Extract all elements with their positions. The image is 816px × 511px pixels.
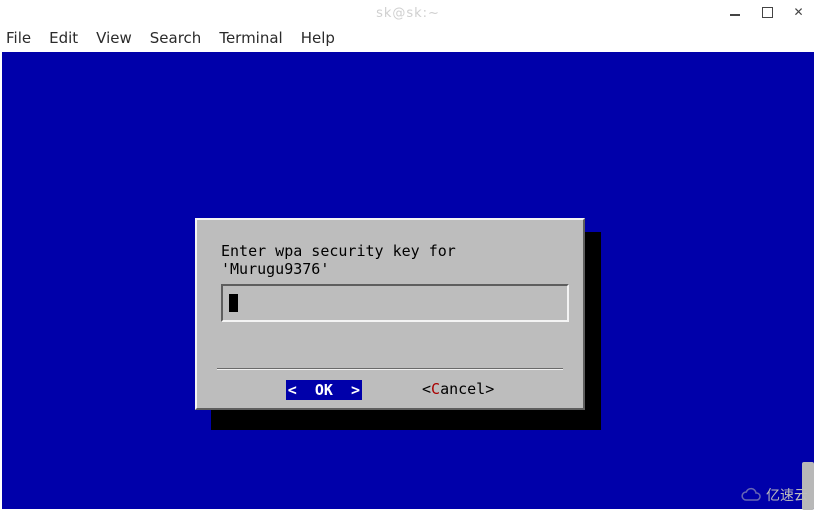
window-controls [724,3,810,21]
cancel-hotkey: C [431,380,440,398]
ok-button[interactable]: < OK > [286,380,362,400]
cancel-rest: ancel> [440,380,494,398]
menu-edit[interactable]: Edit [49,29,78,47]
cancel-bracket-open: < [422,380,431,398]
cancel-button[interactable]: <Cancel> [422,380,494,400]
prompt-line-2: 'Murugu9376' [221,260,329,278]
close-icon[interactable] [788,3,810,21]
dialog-prompt: Enter wpa security key for 'Murugu9376' [221,242,559,278]
menubar: File Edit View Search Terminal Help [0,26,816,50]
menu-view[interactable]: View [96,29,132,47]
menu-search[interactable]: Search [150,29,202,47]
text-cursor-icon [229,294,238,312]
minimize-icon[interactable] [724,3,746,21]
window-titlebar: sk@sk:~ [0,0,816,26]
dialog-button-row: < OK > <Cancel> [207,380,573,400]
watermark: 亿速云 [740,485,808,505]
menu-file[interactable]: File [6,29,31,47]
menu-terminal[interactable]: Terminal [219,29,282,47]
maximize-icon[interactable] [756,3,778,21]
window-title: sk@sk:~ [376,6,440,21]
dialog-inner: Enter wpa security key for 'Murugu9376' … [207,228,573,400]
menu-help[interactable]: Help [301,29,335,47]
dialog-separator [217,368,563,370]
watermark-text: 亿速云 [766,485,808,505]
terminal-area: Enter wpa security key for 'Murugu9376' … [2,52,814,509]
wpa-key-input[interactable] [221,284,569,322]
wpa-key-dialog: Enter wpa security key for 'Murugu9376' … [195,218,585,410]
prompt-line-1: Enter wpa security key for [221,242,456,260]
cloud-icon [740,487,762,503]
